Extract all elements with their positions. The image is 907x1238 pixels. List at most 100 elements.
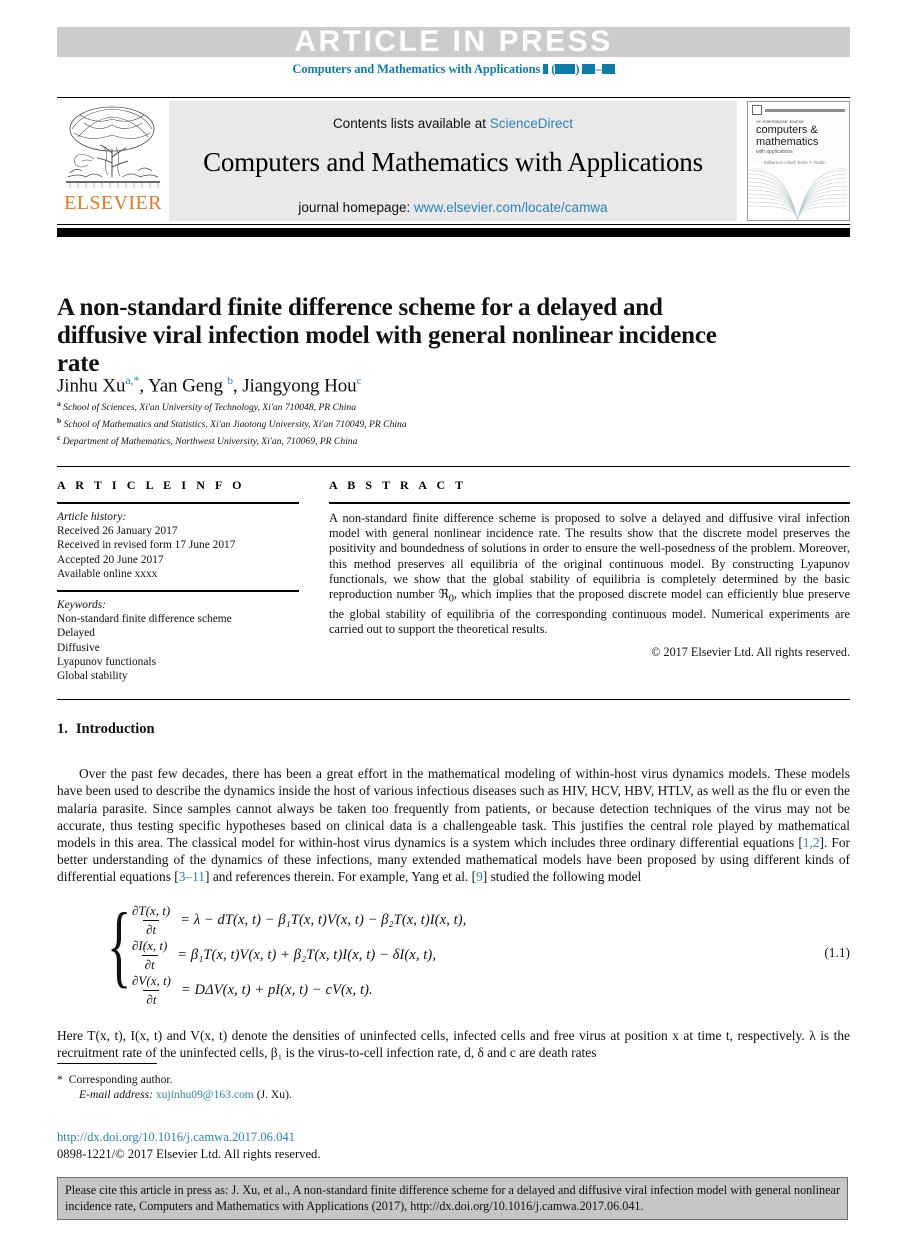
keywords-divider xyxy=(57,590,299,593)
doi-line[interactable]: http://dx.doi.org/10.1016/j.camwa.2017.0… xyxy=(57,1130,295,1145)
equation-fraction: ∂V(x, t) ∂t xyxy=(129,973,174,1008)
contents-prefix: Contents lists available at xyxy=(332,116,490,131)
homepage-prefix: journal homepage: xyxy=(298,200,414,215)
equation-row: ∂V(x, t) ∂t = DΔV(x, t) + pI(x, t) − cV(… xyxy=(129,973,769,1008)
intro-paragraph-1: Over the past few decades, there has bee… xyxy=(57,765,850,885)
article-info-column: A R T I C L E I N F O Article history: R… xyxy=(57,478,299,683)
info-rule-top xyxy=(57,466,850,467)
homepage-line: journal homepage: www.elsevier.com/locat… xyxy=(169,200,737,215)
email-label: E-mail address: xyxy=(79,1088,153,1101)
elsevier-tree-icon xyxy=(64,103,162,191)
abstract-heading: A B S T R A C T xyxy=(329,478,467,492)
author-name: Jiangyong Hou xyxy=(242,375,357,397)
paper-page: ARTICLE IN PRESS Computers and Mathemati… xyxy=(0,0,907,1238)
cite-this-article-box: Please cite this article in press as: J.… xyxy=(57,1177,848,1220)
keyword-item: Global stability xyxy=(57,670,128,683)
info-rule-bottom xyxy=(57,699,850,700)
keywords-label: Keywords: xyxy=(57,599,106,612)
redacted-issue-block xyxy=(555,64,576,74)
equation-right-side: = DΔV(x, t) + pI(x, t) − cV(x, t). xyxy=(180,982,373,998)
keyword-item: Non-standard finite difference scheme xyxy=(57,613,232,626)
equation-fraction: ∂T(x, t) ∂t xyxy=(129,903,173,938)
contents-line: Contents lists available at ScienceDirec… xyxy=(169,116,737,131)
fraction-numerator: ∂T(x, t) xyxy=(132,903,171,918)
affiliation-text: Department of Mathematics, Northwest Uni… xyxy=(62,435,358,447)
equation-brace: { xyxy=(107,894,132,996)
affiliation-mark: a xyxy=(57,399,61,408)
equation-row: ∂I(x, t) ∂t = β₁T(x, t)V(x, t) + β₂T(x, … xyxy=(129,938,769,973)
affiliation-list: a School of Sciences, Xi'an University o… xyxy=(57,398,797,448)
equation-right-side: = λ − dT(x, t) − β₁T(x, t)V(x, t) − β₂T(… xyxy=(180,912,467,928)
keyword-item: Lyapunov functionals xyxy=(57,655,157,668)
journal-homepage-link[interactable]: www.elsevier.com/locate/camwa xyxy=(414,200,608,215)
journal-cover-thumbnail: An International Journal computers & mat… xyxy=(747,101,850,221)
issn-copyright-line: 0898-1221/© 2017 Elsevier Ltd. All right… xyxy=(57,1147,321,1161)
affiliation-item: b School of Mathematics and Statistics, … xyxy=(57,415,797,432)
doi-link[interactable]: http://dx.doi.org/10.1016/j.camwa.2017.0… xyxy=(57,1130,295,1144)
section-number: 1. xyxy=(57,721,68,737)
fraction-denominator: ∂t xyxy=(141,955,158,973)
fraction-denominator: ∂t xyxy=(143,920,160,938)
redacted-page-start-block xyxy=(582,64,596,74)
cover-title: computers & mathematics xyxy=(756,124,818,148)
citation-ref-3-11[interactable]: 3–11 xyxy=(179,869,205,884)
affiliation-item: a School of Sciences, Xi'an University o… xyxy=(57,398,797,415)
equation-fraction: ∂I(x, t) ∂t xyxy=(129,938,170,973)
abstract-copyright: © 2017 Elsevier Ltd. All rights reserved… xyxy=(651,645,850,660)
equation-number: (1.1) xyxy=(824,945,850,960)
cover-subtitle-bottom: with applications xyxy=(756,149,793,155)
section-title: Introduction xyxy=(75,721,155,737)
cover-top-rule xyxy=(765,108,845,112)
abstract-divider xyxy=(329,502,850,504)
history-item: Received 26 January 2017 xyxy=(57,525,178,538)
equation-right-side: = β₁T(x, t)V(x, t) + β₂T(x, t)I(x, t) − … xyxy=(177,947,437,963)
corresponding-author-text: Corresponding author. xyxy=(68,1073,173,1086)
email-link[interactable]: xujinhu09@163.com xyxy=(156,1088,254,1101)
footnote-block: * Corresponding author. E-mail address: x… xyxy=(57,1072,557,1102)
cover-logo-square xyxy=(752,105,762,115)
article-in-press-label: ARTICLE IN PRESS xyxy=(294,25,613,58)
article-history: Article history: Received 26 January 201… xyxy=(57,510,299,581)
article-in-press-banner: ARTICLE IN PRESS xyxy=(57,27,850,57)
redacted-page-end-block xyxy=(601,64,615,74)
fraction-numerator: ∂V(x, t) xyxy=(132,973,171,988)
affiliation-item: c Department of Mathematics, Northwest U… xyxy=(57,432,797,449)
fraction-numerator: ∂I(x, t) xyxy=(132,938,168,953)
page-title: A non-standard finite difference scheme … xyxy=(57,293,717,377)
keywords-block: Keywords: Non-standard finite difference… xyxy=(57,598,299,683)
masthead-rule-bottom xyxy=(57,224,850,225)
affiliation-mark: b xyxy=(57,415,62,425)
affiliation-text: School of Mathematics and Statistics, Xi… xyxy=(63,418,407,430)
intro-paragraph-2: Here T(x, t), I(x, t) and V(x, t) denote… xyxy=(57,1028,850,1061)
article-info-heading: A R T I C L E I N F O xyxy=(57,478,246,492)
affiliation-text: School of Sciences, Xi'an University of … xyxy=(63,402,357,414)
article-history-label: Article history: xyxy=(57,511,127,523)
author-list: Jinhu Xua,*, Yan Geng b, Jiangyong Houc xyxy=(57,373,362,397)
elsevier-wordmark: ELSEVIER xyxy=(64,192,162,214)
equation-1-1: { ∂T(x, t) ∂t = λ − dT(x, t) − β₁T(x, t)… xyxy=(57,899,850,1008)
cover-title-line1: computers & xyxy=(756,124,818,136)
elsevier-tree-svg xyxy=(66,106,160,188)
running-head-journal: Computers and Mathematics with Applicati… xyxy=(292,62,541,76)
author-name: Yan Geng xyxy=(148,375,223,397)
running-head-paren-close: ) xyxy=(575,62,580,76)
author-marks: a,* xyxy=(125,373,140,387)
journal-masthead: ELSEVIER Contents lists available at Sci… xyxy=(57,101,850,221)
keyword-item: Delayed xyxy=(57,627,95,640)
abstract-column: A B S T R A C T A non-standard finite di… xyxy=(329,478,850,660)
citation-ref-9[interactable]: 9 xyxy=(476,869,483,884)
author-marks: c xyxy=(356,375,362,387)
running-head: Computers and Mathematics with Applicati… xyxy=(0,62,907,77)
masthead-rule-top xyxy=(57,97,850,98)
abstract-text: A non-standard finite difference scheme … xyxy=(329,511,850,637)
author-name: Jinhu Xu xyxy=(57,375,126,397)
masthead-dark-bar xyxy=(57,228,850,237)
cover-top-bar xyxy=(752,105,845,115)
citation-ref-1-2[interactable]: 1,2 xyxy=(803,835,820,850)
article-info-divider xyxy=(57,502,299,504)
sciencedirect-link[interactable]: ScienceDirect xyxy=(490,116,573,131)
journal-title: Computers and Mathematics with Applicati… xyxy=(203,147,703,177)
intro-text-c: ] and references therein. For example, Y… xyxy=(205,868,477,884)
author-marks: b xyxy=(227,375,234,387)
affiliation-mark: c xyxy=(57,432,61,442)
